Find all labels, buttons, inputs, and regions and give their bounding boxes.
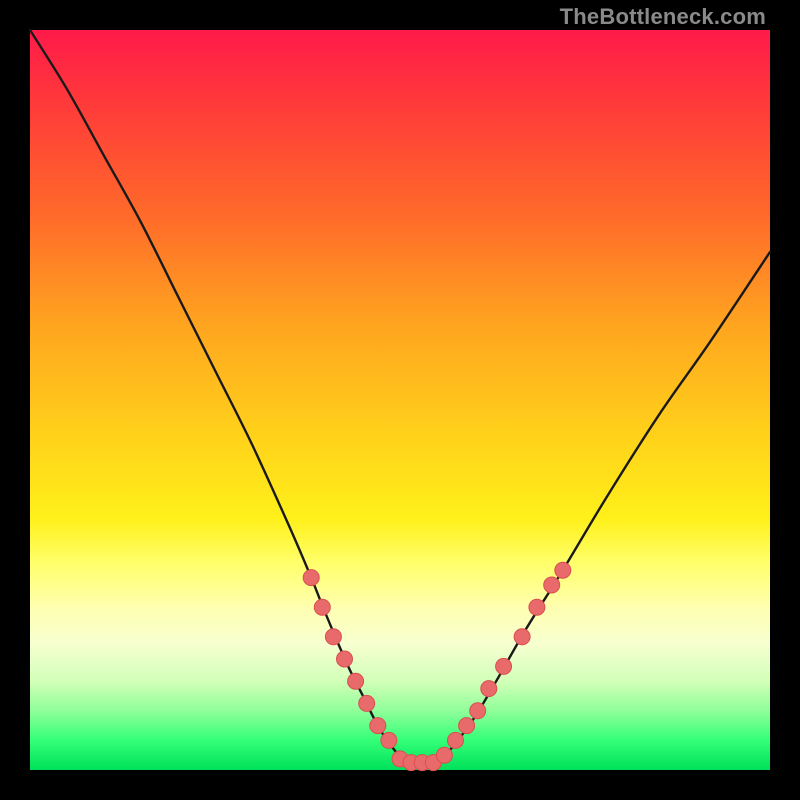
curve-marker [529, 599, 545, 615]
chart-overlay [30, 30, 770, 770]
curve-marker [359, 695, 375, 711]
bottleneck-curve [30, 30, 770, 764]
curve-marker [303, 570, 319, 586]
curve-marker [381, 732, 397, 748]
curve-marker [370, 718, 386, 734]
watermark-text: TheBottleneck.com [560, 4, 766, 30]
curve-marker [314, 599, 330, 615]
curve-marker [459, 718, 475, 734]
curve-marker [325, 629, 341, 645]
curve-marker [436, 747, 452, 763]
curve-marker [448, 732, 464, 748]
curve-marker [544, 577, 560, 593]
curve-markers [303, 562, 571, 770]
curve-marker [555, 562, 571, 578]
curve-marker [348, 673, 364, 689]
curve-marker [337, 651, 353, 667]
curve-marker [514, 629, 530, 645]
curve-marker [470, 703, 486, 719]
curve-marker [496, 658, 512, 674]
curve-marker [481, 681, 497, 697]
chart-stage: { "watermark": { "text": "TheBottleneck.… [0, 0, 800, 800]
